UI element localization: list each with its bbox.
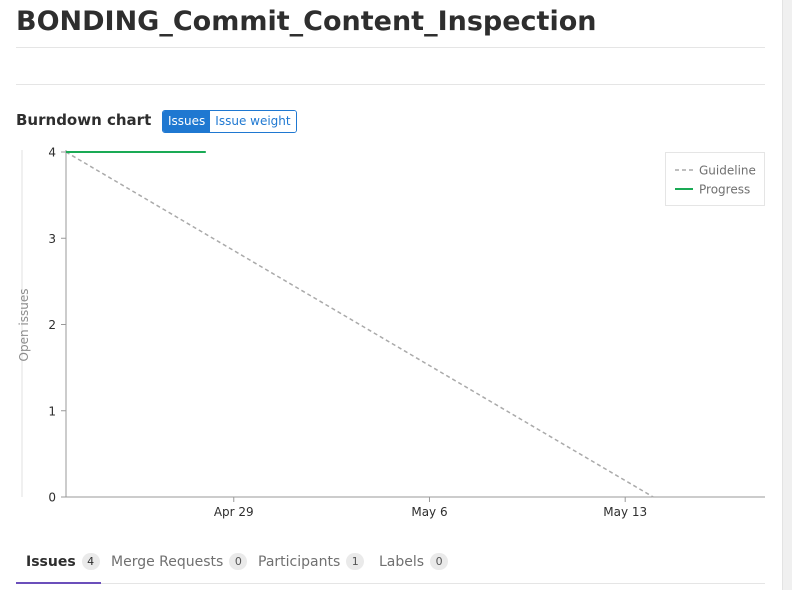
tab-participants[interactable]: Participants 1 [258, 540, 365, 583]
burndown-heading: Burndown chart [16, 111, 152, 129]
burndown-toggle-group: Issues Issue weight [162, 110, 297, 133]
y-tick-label: 0 [48, 491, 56, 505]
x-tick-label: May 13 [603, 505, 647, 519]
tab-label: Participants [258, 553, 341, 570]
y-tick-label: 1 [48, 404, 56, 418]
tab-issues[interactable]: Issues 4 [26, 540, 100, 583]
y-axis-label: Open issues [17, 289, 31, 362]
tab-count-badge: 1 [346, 553, 365, 570]
tab-count-badge: 0 [430, 553, 449, 570]
title-divider [16, 47, 765, 48]
milestone-tabs: Issues 4 Merge Requests 0 Participants 1 Label… [16, 540, 765, 584]
page-scrollbar[interactable] [782, 0, 792, 590]
tab-label: Merge Requests [111, 553, 224, 570]
burndown-chart: Open issues 0 1 2 3 4 Apr 29 May 6 May 13 Guidel… [17, 146, 765, 519]
legend-box [665, 152, 765, 206]
section-divider [16, 84, 765, 85]
y-tick-label: 3 [48, 232, 56, 246]
y-tick-label: 2 [48, 318, 56, 332]
guideline-series-line [65, 151, 654, 498]
legend-label-guideline: Guideline [699, 164, 756, 178]
y-tick-label: 4 [48, 146, 56, 160]
page-title: BONDING_Commit_Content_Inspection [16, 6, 597, 37]
x-tick-label: Apr 29 [214, 505, 254, 519]
tab-count-badge: 4 [81, 553, 100, 570]
tab-label: Issues [26, 553, 76, 570]
x-tick-label: May 6 [411, 505, 447, 519]
tab-merge-requests[interactable]: Merge Requests 0 [111, 540, 248, 583]
tab-label: Labels [379, 553, 425, 570]
legend-label-progress: Progress [699, 183, 750, 197]
issue-weight-toggle-button[interactable]: Issue weight [210, 111, 296, 132]
issues-toggle-button[interactable]: Issues [163, 111, 211, 132]
tab-count-badge: 0 [229, 553, 248, 570]
tab-labels[interactable]: Labels 0 [379, 540, 449, 583]
milestone-page: BONDING_Commit_Content_Inspection Burndo… [0, 0, 792, 590]
